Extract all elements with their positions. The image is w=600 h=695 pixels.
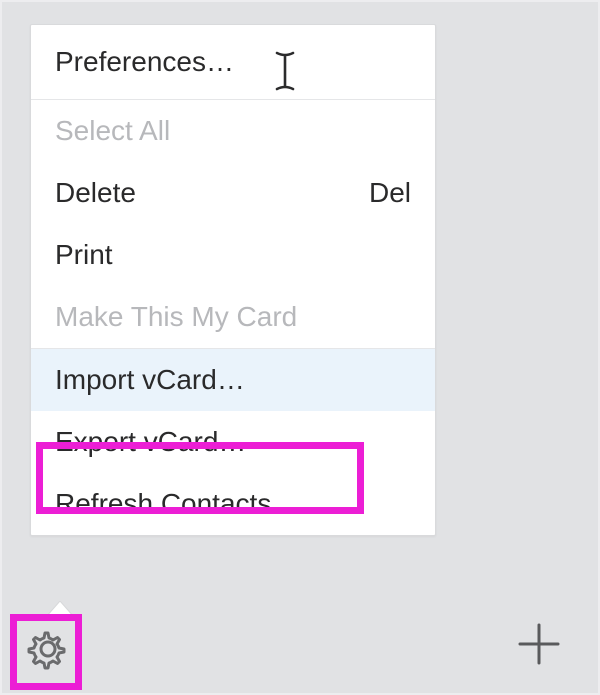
menu-item-label: Preferences… <box>55 46 234 78</box>
menu-item-preferences[interactable]: Preferences… <box>31 25 435 99</box>
settings-button[interactable] <box>20 623 76 679</box>
gear-icon <box>24 625 72 678</box>
menu-item-delete[interactable]: Delete Del <box>31 162 435 224</box>
menu-item-label: Make This My Card <box>55 301 297 333</box>
menu-item-label: Refresh Contacts <box>55 488 271 520</box>
menu-item-make-my-card: Make This My Card <box>31 286 435 348</box>
menu-item-select-all: Select All <box>31 100 435 162</box>
menu-item-shortcut: Del <box>369 177 411 209</box>
menu-item-print[interactable]: Print <box>31 224 435 286</box>
add-button[interactable] <box>512 619 566 673</box>
menu-anchor-icon <box>46 601 74 617</box>
menu-item-export-vcard[interactable]: Export vCard… <box>31 411 435 473</box>
text-cursor-icon <box>275 51 295 91</box>
menu-item-label: Select All <box>55 115 170 147</box>
menu-item-refresh-contacts[interactable]: Refresh Contacts <box>31 473 435 535</box>
app-surface: Preferences… Select All Delete Del Print… <box>0 0 600 695</box>
menu-item-label: Print <box>55 239 113 271</box>
menu-item-label: Import vCard… <box>55 364 245 396</box>
menu-item-label: Delete <box>55 177 136 209</box>
bottom-toolbar <box>4 601 596 691</box>
settings-menu: Preferences… Select All Delete Del Print… <box>30 24 436 536</box>
plus-icon <box>516 621 562 672</box>
menu-item-import-vcard[interactable]: Import vCard… <box>31 349 435 411</box>
menu-item-label: Export vCard… <box>55 426 246 458</box>
